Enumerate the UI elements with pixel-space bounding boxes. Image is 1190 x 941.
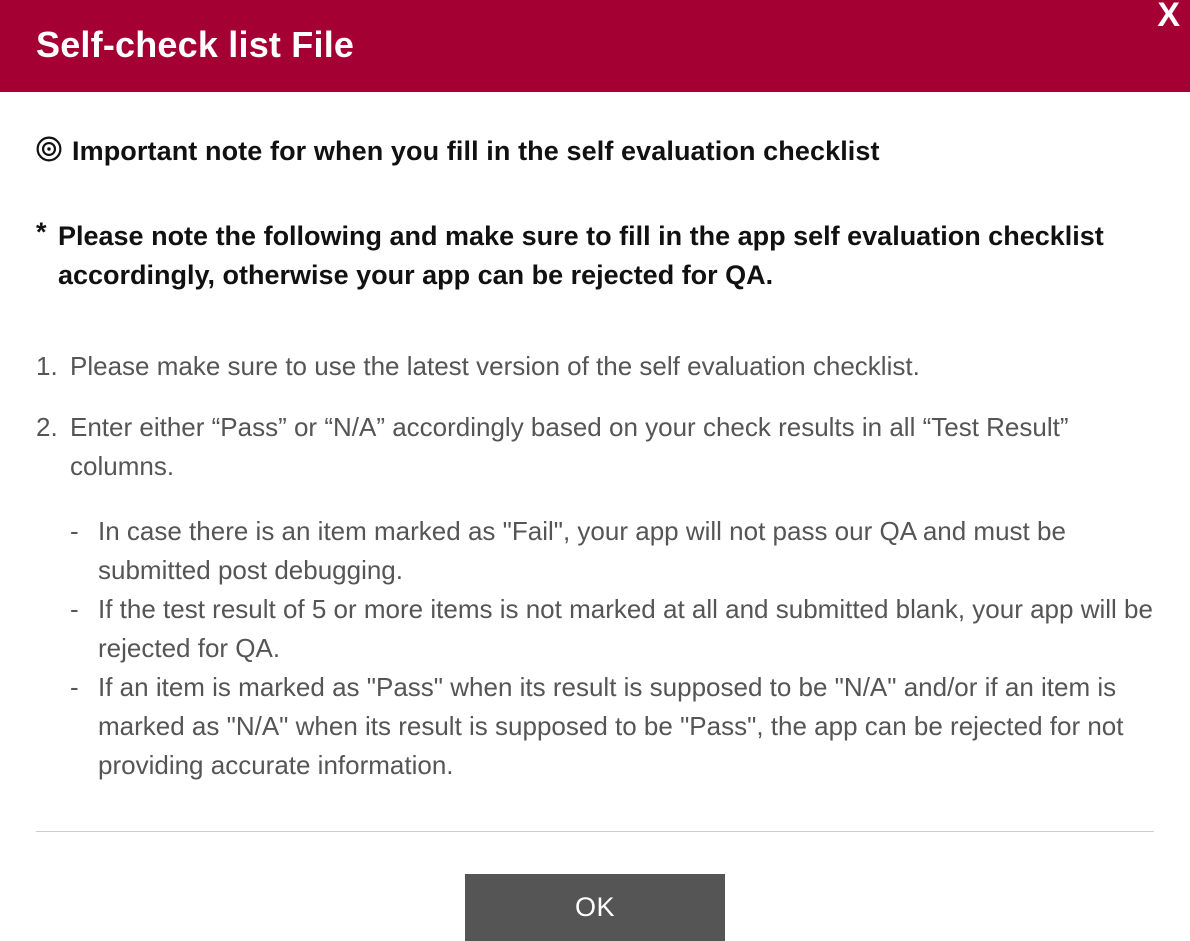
close-icon[interactable]: X (1157, 0, 1180, 32)
list-item-2: 2. Enter either “Pass” or “N/A” accordin… (36, 408, 1154, 486)
dash-icon: - (70, 590, 98, 668)
dialog-footer: OK (36, 832, 1154, 941)
sub-item: - If an item is marked as "Pass" when it… (70, 668, 1154, 785)
sub-text: If an item is marked as "Pass" when its … (98, 668, 1154, 785)
sub-text: If the test result of 5 or more items is… (98, 590, 1154, 668)
bullseye-icon (36, 136, 62, 167)
dialog-title: Self-check list File (36, 24, 1154, 66)
list-number: 1. (36, 347, 70, 386)
ok-button[interactable]: OK (465, 874, 725, 941)
asterisk-icon: * (36, 217, 58, 295)
sub-list: - In case there is an item marked as "Fa… (70, 512, 1154, 785)
dialog-body: Important note for when you fill in the … (0, 92, 1190, 941)
list-number: 2. (36, 408, 70, 486)
list-item-1: 1. Please make sure to use the latest ve… (36, 347, 1154, 386)
list-text: Enter either “Pass” or “N/A” accordingly… (70, 408, 1154, 486)
note-heading: Important note for when you fill in the … (72, 136, 880, 167)
warning-text: Please note the following and make sure … (58, 217, 1154, 295)
self-check-dialog: Self-check list File X Important note fo… (0, 0, 1190, 920)
sub-item: - In case there is an item marked as "Fa… (70, 512, 1154, 590)
list-text: Please make sure to use the latest versi… (70, 347, 1154, 386)
note-heading-row: Important note for when you fill in the … (36, 136, 1154, 167)
dash-icon: - (70, 668, 98, 785)
sub-text: In case there is an item marked as "Fail… (98, 512, 1154, 590)
dash-icon: - (70, 512, 98, 590)
sub-item: - If the test result of 5 or more items … (70, 590, 1154, 668)
warning-row: * Please note the following and make sur… (36, 217, 1154, 295)
dialog-header: Self-check list File X (0, 0, 1190, 92)
